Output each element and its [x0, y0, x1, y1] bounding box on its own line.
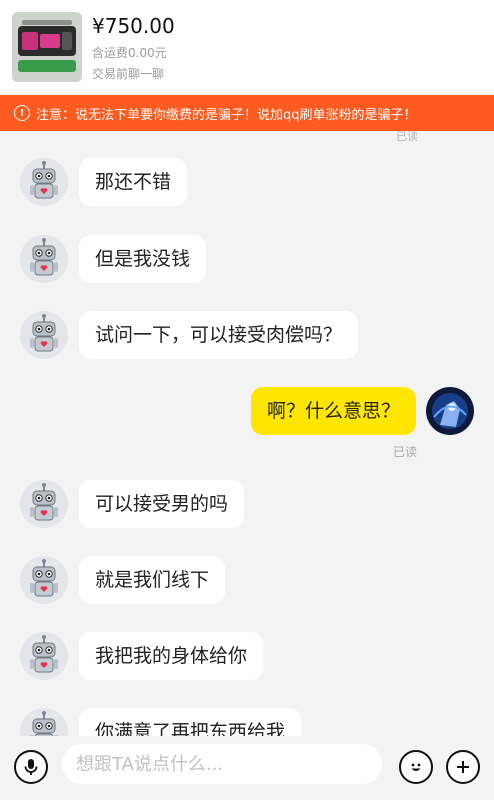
microphone-icon[interactable] — [14, 750, 48, 784]
robot-avatar-icon[interactable] — [20, 235, 68, 283]
plus-icon[interactable] — [446, 750, 480, 784]
incoming-message-row: 试问一下，可以接受肉偿吗？ — [0, 311, 494, 371]
incoming-message-row: 可以接受男的吗 — [0, 480, 494, 540]
product-header[interactable]: ¥750.00 含运费0.00元 交易前聊一聊 — [0, 0, 494, 94]
incoming-message-row: 我把我的身体给你 — [0, 632, 494, 692]
product-image-icon — [12, 12, 82, 82]
exclamation-icon: ! — [14, 105, 30, 121]
pre-trade-chat-link[interactable]: 交易前聊一聊 — [92, 65, 164, 82]
message-bubble[interactable]: 可以接受男的吗 — [79, 480, 245, 528]
message-input[interactable] — [62, 744, 382, 784]
user-avatar-icon[interactable] — [426, 387, 474, 435]
robot-avatar-icon[interactable] — [20, 311, 68, 359]
message-bubble[interactable]: 我把我的身体给你 — [79, 632, 264, 680]
smile-icon[interactable] — [399, 750, 433, 784]
outgoing-message-row: 啊？什么意思？ 已读 — [0, 387, 494, 459]
message-bubble[interactable]: 试问一下，可以接受肉偿吗？ — [79, 311, 359, 359]
scam-warning-banner: ! 注意：说无法下单要你缴费的是骗子！说加qq刷单涨粉的是骗子！ — [0, 95, 494, 131]
robot-avatar-icon[interactable] — [20, 158, 68, 206]
robot-avatar-icon[interactable] — [20, 480, 68, 528]
robot-avatar-icon[interactable] — [20, 556, 68, 604]
product-price: ¥750.00 — [92, 14, 175, 38]
incoming-message-row: 但是我没钱 — [0, 235, 494, 295]
read-status: 已读 — [396, 130, 418, 143]
incoming-message-row: 就是我们线下 — [0, 556, 494, 616]
message-bubble[interactable]: 那还不错 — [79, 158, 188, 206]
product-thumbnail[interactable] — [12, 12, 82, 82]
shipping-fee: 含运费0.00元 — [92, 46, 167, 60]
robot-avatar-icon[interactable] — [20, 632, 68, 680]
message-bubble[interactable]: 啊？什么意思？ — [250, 387, 416, 435]
incoming-message-row: 那还不错 — [0, 158, 494, 218]
message-bubble[interactable]: 但是我没钱 — [79, 235, 207, 283]
input-bar — [0, 736, 494, 800]
message-bubble[interactable]: 就是我们线下 — [79, 556, 226, 604]
read-status: 已读 — [393, 445, 418, 459]
warning-text: 注意：说无法下单要你缴费的是骗子！说加qq刷单涨粉的是骗子！ — [36, 107, 417, 123]
